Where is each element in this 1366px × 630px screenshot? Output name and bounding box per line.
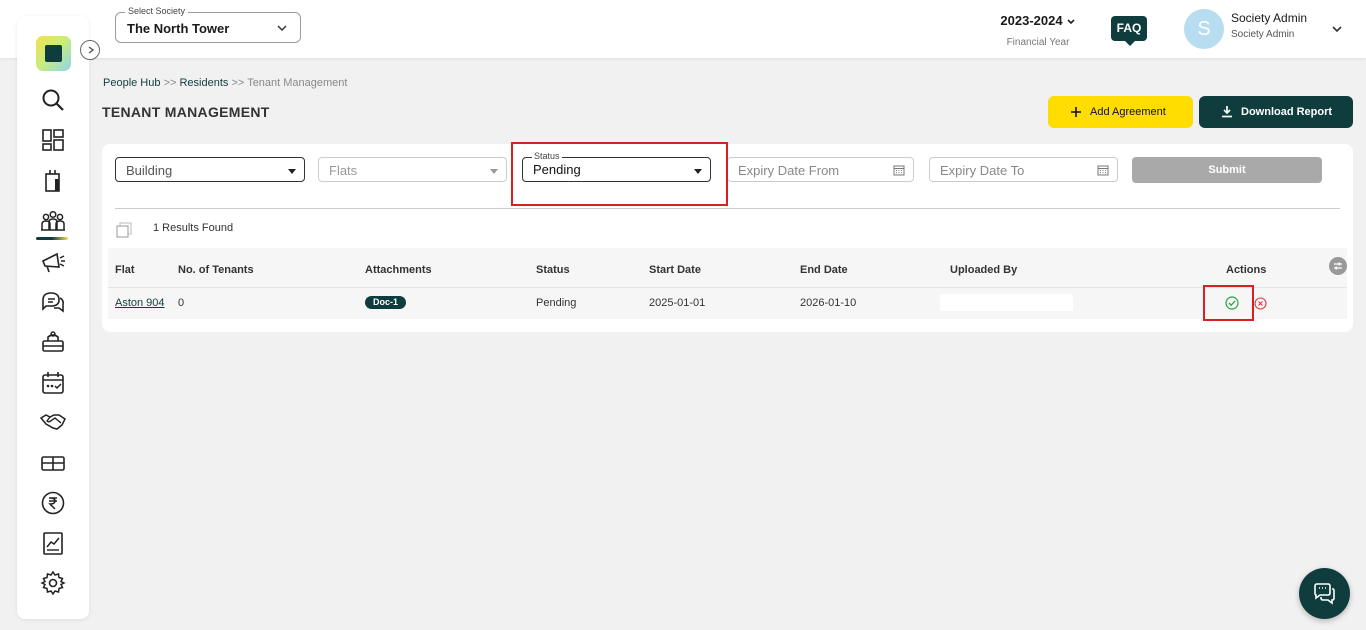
- inventory-icon[interactable]: [40, 450, 66, 476]
- tower-icon[interactable]: [40, 167, 66, 193]
- download-report-button[interactable]: Download Report: [1199, 96, 1353, 128]
- divider: [115, 208, 1340, 209]
- column-header-tenants: No. of Tenants: [178, 264, 254, 276]
- sliders-icon: [1334, 262, 1342, 270]
- financial-year-selector[interactable]: 2023-2024 Financial Year: [990, 13, 1086, 48]
- status-cell: Pending: [536, 297, 577, 309]
- column-header-end-date: End Date: [800, 264, 848, 276]
- table-row: [108, 287, 1347, 319]
- page-title: TENANT MANAGEMENT: [102, 104, 270, 120]
- user-name: Society Admin: [1231, 11, 1308, 25]
- uploaded-by-redacted: [940, 294, 1073, 311]
- expiry-date-from-input[interactable]: Expiry Date From: [727, 157, 914, 182]
- end-date-cell: 2026-01-10: [800, 297, 857, 309]
- settings-icon[interactable]: [40, 570, 66, 596]
- results-count: 1 Results Found: [153, 222, 234, 234]
- column-header-attachments: Attachments: [365, 264, 432, 276]
- flats-select[interactable]: Flats: [318, 157, 507, 182]
- calendar-icon: [893, 165, 905, 176]
- column-settings-button[interactable]: [1329, 257, 1347, 275]
- expiry-date-to-input[interactable]: Expiry Date To: [929, 157, 1118, 182]
- society-select-value: The North Tower: [127, 21, 230, 36]
- chat-icon[interactable]: [40, 289, 66, 315]
- chevron-down-icon: [1067, 18, 1075, 24]
- approve-highlight-box: [1203, 285, 1254, 321]
- building-select[interactable]: Building: [115, 157, 305, 182]
- announcement-icon[interactable]: [40, 249, 66, 275]
- download-icon: [1222, 106, 1232, 118]
- breadcrumb: People Hub >> Residents >> Tenant Manage…: [103, 77, 347, 89]
- status-highlight-box: [511, 142, 728, 206]
- column-header-status: Status: [536, 264, 570, 276]
- caret-down-icon: [288, 169, 296, 174]
- search-icon[interactable]: [40, 87, 66, 113]
- financial-year-value: 2023-2024: [1000, 13, 1063, 28]
- support-chat-button[interactable]: [1299, 568, 1350, 619]
- column-header-uploaded-by: Uploaded By: [950, 264, 1018, 276]
- calendar-icon: [1097, 165, 1109, 176]
- breadcrumb-people-hub[interactable]: People Hub: [103, 77, 161, 89]
- flat-link[interactable]: Aston 904: [115, 297, 165, 309]
- facility-icon[interactable]: [40, 329, 66, 355]
- breadcrumb-residents[interactable]: Residents: [179, 77, 228, 89]
- download-report-label: Download Report: [1241, 106, 1333, 118]
- avatar[interactable]: S: [1184, 9, 1224, 49]
- sidebar: [17, 16, 89, 619]
- user-menu-chevron-icon[interactable]: [1331, 24, 1343, 34]
- user-role: Society Admin: [1231, 29, 1295, 40]
- people-hub-icon[interactable]: [40, 208, 66, 234]
- society-select[interactable]: Select Society The North Tower: [115, 6, 301, 43]
- plus-icon: [1071, 107, 1081, 117]
- dashboard-icon[interactable]: [40, 127, 66, 153]
- active-nav-indicator: [36, 237, 68, 240]
- breadcrumb-separator: >>: [163, 77, 177, 89]
- flats-select-placeholder: Flats: [329, 163, 358, 178]
- handshake-icon[interactable]: [40, 409, 66, 435]
- rupee-icon[interactable]: [40, 490, 66, 516]
- start-date-cell: 2025-01-01: [649, 297, 706, 309]
- select-all-checkbox-icon[interactable]: [116, 222, 132, 238]
- faq-button[interactable]: FAQ: [1111, 16, 1147, 46]
- chat-support-icon: [1314, 583, 1335, 605]
- table-header: [108, 248, 1347, 287]
- column-header-actions: Actions: [1226, 264, 1267, 276]
- add-agreement-label: Add Agreement: [1090, 106, 1166, 118]
- reject-x-icon[interactable]: [1254, 297, 1267, 310]
- top-bar: Select Society The North Tower 2023-2024…: [0, 0, 1366, 58]
- add-agreement-button[interactable]: Add Agreement: [1048, 96, 1193, 128]
- calendar-icon[interactable]: [40, 370, 66, 396]
- column-header-flat: Flat: [115, 264, 135, 276]
- report-icon[interactable]: [40, 530, 66, 556]
- breadcrumb-current: Tenant Management: [247, 77, 348, 89]
- column-header-start-date: Start Date: [649, 264, 701, 276]
- tenant-count: 0: [178, 297, 185, 309]
- building-select-placeholder: Building: [126, 163, 173, 178]
- app-logo[interactable]: [36, 36, 71, 71]
- expiry-date-from-placeholder: Expiry Date From: [738, 163, 840, 178]
- chevron-down-icon: [277, 25, 287, 32]
- sidebar-toggle-button[interactable]: [80, 40, 100, 60]
- expiry-date-to-placeholder: Expiry Date To: [940, 163, 1025, 178]
- society-select-label: Select Society: [125, 6, 189, 16]
- chevron-right-icon: [88, 46, 95, 54]
- attachment-badge[interactable]: Doc-1: [365, 296, 406, 309]
- breadcrumb-separator: >>: [231, 77, 245, 89]
- caret-down-icon: [490, 169, 498, 174]
- financial-year-label: Financial Year: [1006, 37, 1070, 48]
- submit-button[interactable]: Submit: [1132, 157, 1322, 183]
